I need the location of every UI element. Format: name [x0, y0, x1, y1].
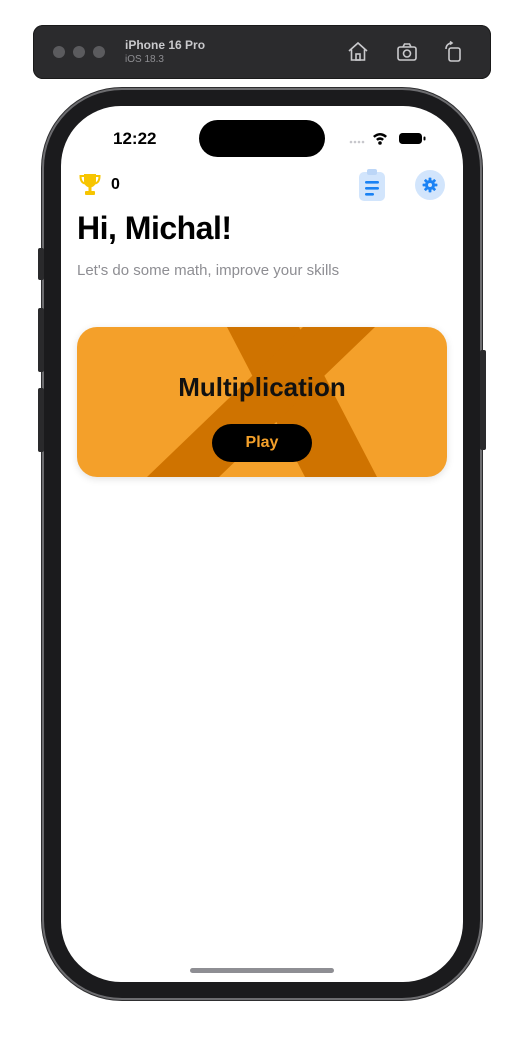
signal-icon — [349, 140, 365, 144]
status-time: 12:22 — [113, 129, 157, 148]
power-button[interactable] — [480, 350, 486, 450]
simulator-toolbar: iPhone 16 Pro iOS 18.3 — [33, 25, 491, 79]
trophy-icon — [78, 172, 102, 198]
rotate-icon[interactable] — [442, 40, 466, 64]
settings-button[interactable] — [415, 170, 445, 200]
volume-up-button[interactable] — [38, 308, 44, 372]
status-icons — [349, 130, 429, 146]
clipboard-button[interactable] — [358, 168, 386, 202]
play-button[interactable]: Play — [212, 424, 312, 462]
volume-down-button[interactable] — [38, 388, 44, 452]
home-indicator[interactable] — [190, 968, 334, 973]
card-title: Multiplication — [178, 372, 346, 402]
greeting-subtitle: Let's do some math, improve your skills — [77, 262, 340, 279]
score-value: 0 — [111, 176, 120, 193]
home-icon[interactable] — [346, 40, 370, 64]
battery-icon — [399, 133, 426, 144]
close-window-button[interactable] — [53, 46, 65, 58]
minimize-window-button[interactable] — [73, 46, 85, 58]
wifi-icon — [373, 133, 387, 145]
dynamic-island — [199, 120, 325, 157]
gear-icon — [422, 177, 438, 193]
multiplication-card[interactable]: Multiplication Play — [77, 327, 447, 477]
simulator-os-version: iOS 18.3 — [125, 54, 164, 65]
app-screen: 12:22 0 Hi, Michal! Let's do some math, … — [61, 106, 463, 982]
screenshot-icon[interactable] — [395, 40, 419, 64]
greeting-title: Hi, Michal! — [77, 210, 232, 246]
phone-frame: 12:22 0 Hi, Michal! Let's do some math, … — [38, 90, 486, 998]
action-button[interactable] — [38, 248, 44, 280]
zoom-window-button[interactable] — [93, 46, 105, 58]
simulator-device-name: iPhone 16 Pro — [125, 38, 206, 52]
clipboard-icon — [359, 169, 385, 201]
